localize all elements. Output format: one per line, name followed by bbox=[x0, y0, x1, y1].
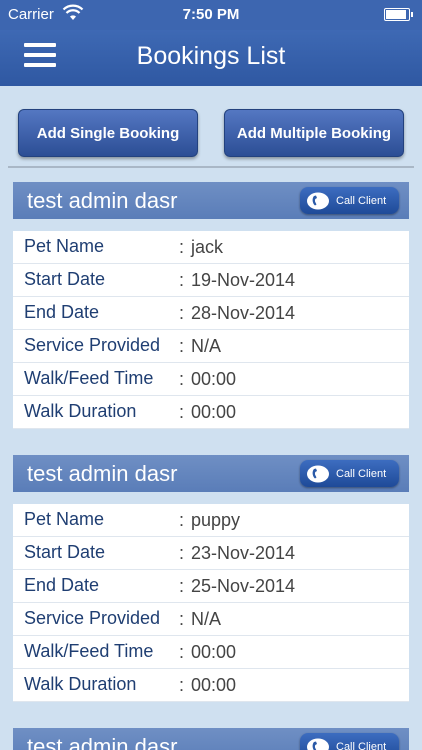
detail-row: End Date:25-Nov-2014 bbox=[13, 570, 409, 603]
call-client-button[interactable]: Call Client bbox=[300, 733, 399, 750]
detail-label: Walk/Feed Time bbox=[24, 368, 154, 388]
detail-separator: : bbox=[179, 237, 185, 257]
battery-icon bbox=[384, 8, 413, 21]
detail-label: Pet Name bbox=[24, 509, 105, 529]
add-multiple-booking-button[interactable]: Add Multiple Booking bbox=[224, 109, 404, 157]
nav-bar: Bookings List bbox=[0, 30, 422, 86]
detail-label: End Date bbox=[24, 302, 100, 322]
detail-value: 23-Nov-2014 bbox=[191, 543, 296, 563]
call-client-button[interactable]: Call Client bbox=[300, 460, 399, 487]
booking-card-header: test admin dasr Call Client bbox=[13, 182, 409, 219]
phone-icon bbox=[307, 465, 329, 482]
detail-row: Start Date:23-Nov-2014 bbox=[13, 537, 409, 570]
menu-button[interactable] bbox=[24, 43, 56, 71]
detail-value: 00:00 bbox=[191, 402, 237, 422]
phone-icon bbox=[307, 192, 329, 209]
detail-value: 00:00 bbox=[191, 369, 237, 389]
detail-value: jack bbox=[191, 237, 224, 257]
call-client-label: Call Client bbox=[336, 194, 387, 207]
detail-separator: : bbox=[179, 336, 185, 356]
detail-value: 25-Nov-2014 bbox=[191, 576, 296, 596]
detail-row: Pet Name: puppy bbox=[13, 504, 409, 537]
client-name: test admin dasr bbox=[27, 188, 178, 213]
page-title: Bookings List bbox=[136, 42, 286, 70]
divider bbox=[8, 166, 414, 168]
detail-label: Pet Name bbox=[24, 236, 105, 256]
phone-icon bbox=[307, 738, 329, 750]
hamburger-line bbox=[24, 53, 56, 57]
detail-label: Walk Duration bbox=[24, 674, 137, 694]
detail-label: Service Provided bbox=[24, 608, 161, 628]
detail-label: End Date bbox=[24, 575, 100, 595]
detail-row: Walk Duration:00:00 bbox=[13, 669, 409, 702]
hamburger-line bbox=[24, 63, 56, 67]
booking-details: Pet Name: jack Start Date:19-Nov-2014 End D… bbox=[13, 231, 409, 429]
bookings-list[interactable]: Add Single Booking Add Multiple Booking … bbox=[0, 86, 422, 750]
client-name: test admin dasr bbox=[27, 461, 178, 486]
detail-row: Service Provided: N/A bbox=[13, 330, 409, 363]
booking-card: test admin dasr Call Client Pet Name: puppy… bbox=[13, 455, 409, 702]
detail-value: 28-Nov-2014 bbox=[191, 303, 296, 323]
detail-separator: : bbox=[179, 303, 185, 323]
booking-card-header: test admin dasr Call Client bbox=[13, 728, 409, 750]
client-name: test admin dasr bbox=[27, 734, 178, 750]
detail-value: N/A bbox=[191, 336, 222, 356]
booking-card: test admin dasr Call Client bbox=[13, 728, 409, 750]
detail-separator: : bbox=[179, 543, 185, 563]
detail-value: 19-Nov-2014 bbox=[191, 270, 296, 290]
detail-row: Walk/Feed Time:00:00 bbox=[13, 636, 409, 669]
detail-label: Walk Duration bbox=[24, 401, 137, 421]
hamburger-line bbox=[24, 43, 56, 47]
detail-label: Walk/Feed Time bbox=[24, 641, 154, 661]
detail-separator: : bbox=[179, 675, 185, 695]
detail-value: 00:00 bbox=[191, 642, 237, 662]
add-single-booking-button[interactable]: Add Single Booking bbox=[18, 109, 198, 157]
clock: 7:50 PM bbox=[182, 6, 240, 23]
detail-label: Service Provided bbox=[24, 335, 161, 355]
detail-label: Start Date bbox=[24, 542, 106, 562]
call-client-label: Call Client bbox=[336, 740, 387, 750]
call-client-button[interactable]: Call Client bbox=[300, 187, 399, 214]
detail-row: Pet Name: jack bbox=[13, 231, 409, 264]
detail-label: Start Date bbox=[24, 269, 106, 289]
action-row: Add Single Booking Add Multiple Booking bbox=[0, 86, 422, 166]
status-bar: Carrier 7:50 PM bbox=[0, 0, 422, 30]
detail-separator: : bbox=[179, 369, 185, 389]
detail-row: Service Provided: N/A bbox=[13, 603, 409, 636]
detail-separator: : bbox=[179, 642, 185, 662]
detail-separator: : bbox=[179, 576, 185, 596]
booking-card-header: test admin dasr Call Client bbox=[13, 455, 409, 492]
detail-row: Start Date:19-Nov-2014 bbox=[13, 264, 409, 297]
booking-details: Pet Name: puppy Start Date:23-Nov-2014 End … bbox=[13, 504, 409, 702]
detail-row: Walk/Feed Time:00:00 bbox=[13, 363, 409, 396]
detail-separator: : bbox=[179, 510, 185, 530]
call-client-label: Call Client bbox=[336, 467, 387, 480]
detail-value: puppy bbox=[191, 510, 241, 530]
detail-value: 00:00 bbox=[191, 675, 237, 695]
detail-row: Walk Duration:00:00 bbox=[13, 396, 409, 429]
detail-value: N/A bbox=[191, 609, 222, 629]
detail-separator: : bbox=[179, 402, 185, 422]
detail-separator: : bbox=[179, 270, 185, 290]
detail-separator: : bbox=[179, 609, 185, 629]
detail-row: End Date:28-Nov-2014 bbox=[13, 297, 409, 330]
booking-card: test admin dasr Call Client Pet Name: jack S… bbox=[13, 182, 409, 429]
